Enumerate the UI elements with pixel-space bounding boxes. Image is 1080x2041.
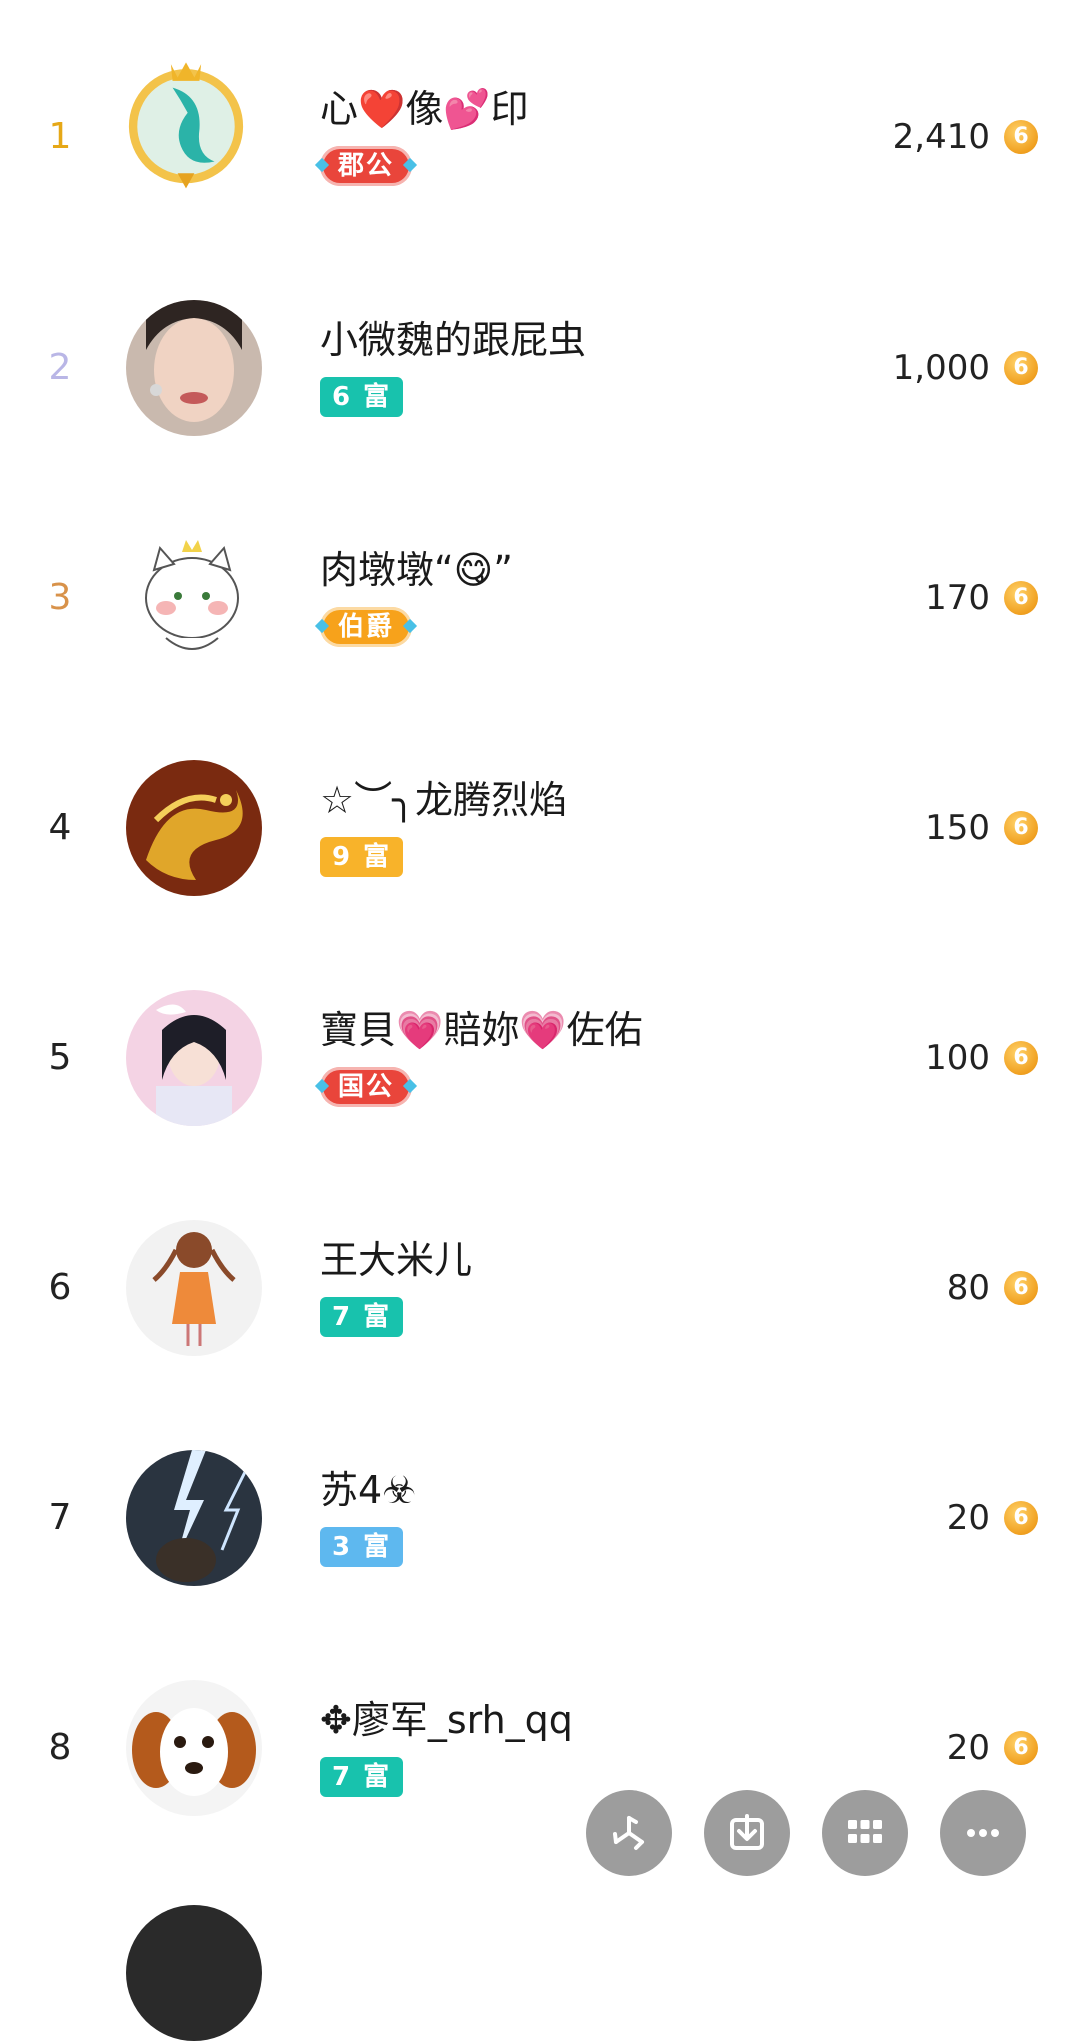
user-name: 王大米儿 [320,1238,473,1282]
user-avatar[interactable] [126,1450,262,1586]
puppy-avatar-icon [126,1680,262,1816]
wealth-badge: 7 富 [320,1757,404,1797]
wealth-badge: 6 富 [320,377,404,417]
score-value: 150 [925,808,990,848]
coin-icon: 6 [1004,120,1038,154]
coin-icon: 6 [1004,1731,1038,1765]
pinwheel-icon [613,1816,644,1850]
noble-badge: 伯爵 [320,607,413,647]
dragon-frame-avatar-icon [128,62,244,189]
coin-icon: 6 [1004,811,1038,845]
score-value: 20 [946,1498,990,1538]
lightning-avatar-icon [126,1450,262,1586]
user-avatar[interactable] [126,530,262,666]
score-value: 1,000 [892,348,990,388]
grid-icon [848,1820,882,1843]
rank-number: 1 [48,116,72,157]
rank-number: 7 [48,1497,72,1538]
rank-number: 6 [48,1267,72,1308]
score-value: 170 [925,578,990,618]
ranking-row[interactable]: 7 苏4☣ 3 富 20 6 [0,1403,1080,1633]
coin-icon: 6 [1004,351,1038,385]
rank-number: 8 [48,1727,72,1768]
score-value: 100 [925,1038,990,1078]
girl-pink-avatar-icon [126,990,262,1126]
pinwheel-button[interactable] [586,1790,672,1876]
user-avatar[interactable] [126,760,262,896]
user-name: ☆︶╮龙腾烈焰 [320,778,567,822]
user-avatar[interactable] [126,1220,262,1356]
rank-number: 2 [48,347,72,388]
floating-action-bar [586,1790,1026,1876]
ranking-row[interactable]: 3 肉墩墩“😋” 伯爵 170 6 [0,483,1080,713]
noble-badge: 郡公 [320,146,413,186]
grid-button[interactable] [822,1790,908,1876]
user-name: 小微魏的跟屁虫 [320,318,587,362]
user-avatar[interactable] [118,54,270,216]
coin-icon: 6 [1004,581,1038,615]
wealth-badge: 9 富 [320,837,404,877]
user-name: 寶貝💗賠妳💗佐佑 [320,1008,643,1052]
user-name: 心❤️像💕印 [320,87,529,131]
ranking-row[interactable]: 2 小微魏的跟屁虫 6 富 1,000 6 [0,253,1080,483]
rank-number: 4 [48,807,72,848]
coin-icon: 6 [1004,1501,1038,1535]
noble-badge: 国公 [320,1067,413,1107]
coin-icon: 6 [1004,1271,1038,1305]
ranking-row[interactable]: 6 王大米儿 7 富 80 6 [0,1173,1080,1403]
download-button[interactable] [704,1790,790,1876]
cat-cartoon-avatar-icon [126,530,262,666]
user-avatar[interactable] [126,300,262,436]
user-name: 苏4☣ [320,1468,417,1512]
doll-girl-avatar-icon [126,1220,262,1356]
user-name: ✥廖军_srh_qq [320,1698,573,1742]
golden-dragon-avatar-icon [126,760,262,896]
coin-icon: 6 [1004,1041,1038,1075]
user-avatar[interactable] [126,1680,262,1816]
ranking-row[interactable]: 4 ☆︶╮龙腾烈焰 9 富 150 6 [0,713,1080,943]
rank-number: 3 [48,577,72,618]
download-icon [730,1814,764,1850]
user-avatar[interactable] [126,990,262,1126]
score-value: 80 [946,1268,990,1308]
ranking-row[interactable]: 5 寶貝💗賠妳💗佐佑 国公 100 6 [0,943,1080,1173]
next-row-avatar [126,1905,262,2041]
score-value: 2,410 [892,117,990,157]
rank-number: 5 [48,1037,72,1078]
user-name: 肉墩墩“😋” [320,548,513,592]
woman-portrait-avatar-icon [126,300,262,436]
ranking-row[interactable]: 1 心❤️像💕印 郡公 2,410 6 [0,22,1080,252]
more-button[interactable] [940,1790,1026,1876]
wealth-badge: 7 富 [320,1297,404,1337]
wealth-badge: 3 富 [320,1527,404,1567]
more-icon [967,1829,999,1837]
